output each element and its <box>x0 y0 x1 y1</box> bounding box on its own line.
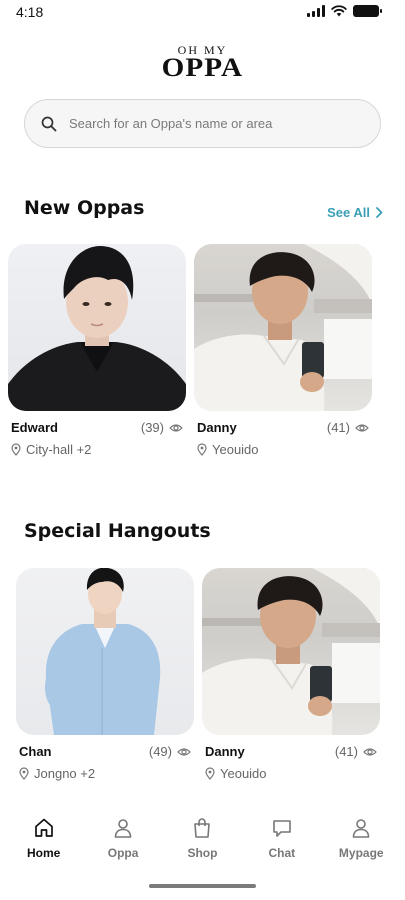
oppa-location-text: Yeouido <box>212 442 259 457</box>
oppa-location: Jongno +2 <box>16 766 194 781</box>
new-oppas-row: Edward (39) City-hall +2 Danny (41) Yeou… <box>0 244 405 474</box>
nav-label: Shop <box>187 846 218 860</box>
battery-icon <box>353 5 382 17</box>
oppa-name: Edward <box>11 420 58 435</box>
oppa-location-text: City-hall +2 <box>26 442 92 457</box>
oppa-photo[interactable] <box>194 244 372 411</box>
see-all-label: See All <box>327 205 370 220</box>
view-count-value: (39) <box>140 420 164 435</box>
oppa-name: Danny <box>205 744 245 759</box>
chevron-right-icon <box>376 207 383 218</box>
oppa-location: Yeouido <box>202 766 380 781</box>
oppa-card[interactable]: Danny (41) Yeouido <box>194 244 372 457</box>
status-bar: 4:18 <box>0 0 405 26</box>
view-count: (49) <box>149 744 191 759</box>
nav-item-oppa[interactable]: Oppa <box>88 808 158 870</box>
location-pin-icon <box>205 767 215 780</box>
cellular-signal-icon <box>307 5 325 17</box>
user-icon <box>352 819 370 838</box>
search-input[interactable] <box>69 116 349 131</box>
oppa-location: City-hall +2 <box>8 442 186 457</box>
home-indicator[interactable] <box>149 884 256 888</box>
nav-item-mypage[interactable]: Mypage <box>326 808 396 870</box>
oppa-name: Chan <box>19 744 52 759</box>
eye-icon <box>169 423 183 432</box>
status-icons <box>307 5 382 17</box>
oppa-card[interactable]: Danny (41) Yeouido <box>202 568 380 781</box>
nav-label: Mypage <box>338 846 384 860</box>
oppa-photo[interactable] <box>8 244 186 411</box>
nav-item-chat[interactable]: Chat <box>247 808 317 870</box>
oppa-card[interactable]: Edward (39) City-hall +2 <box>8 244 186 457</box>
view-count-value: (41) <box>326 420 350 435</box>
oppa-photo[interactable] <box>202 568 380 735</box>
location-pin-icon <box>11 443 21 456</box>
view-count: (41) <box>335 744 377 759</box>
section-title-special-hangouts: Special Hangouts <box>24 520 211 542</box>
location-pin-icon <box>197 443 207 456</box>
nav-label: Oppa <box>107 846 139 860</box>
view-count-value: (41) <box>334 744 358 759</box>
view-count: (39) <box>141 420 183 435</box>
status-time: 4:18 <box>16 4 44 20</box>
view-count-value: (49) <box>148 744 172 759</box>
oppa-location: Yeouido <box>194 442 372 457</box>
logo-main-text: OPPA <box>161 53 244 82</box>
search-icon <box>41 115 59 133</box>
oppa-card[interactable]: Chan (49) Jongno +2 <box>16 568 194 781</box>
wifi-icon <box>331 5 347 17</box>
eye-icon <box>363 747 377 756</box>
oppa-location-text: Yeouido <box>220 766 267 781</box>
view-count: (41) <box>327 420 369 435</box>
oppa-name: Danny <box>197 420 237 435</box>
bottom-nav: Home Oppa Shop Chat Mypage <box>0 808 405 870</box>
location-pin-icon <box>19 767 29 780</box>
oppa-location-text: Jongno +2 <box>34 766 96 781</box>
nav-item-shop[interactable]: Shop <box>167 808 237 870</box>
home-icon <box>34 818 53 837</box>
nav-item-home[interactable]: Home <box>9 808 79 870</box>
eye-icon <box>177 747 191 756</box>
chat-bubble-icon <box>273 820 291 837</box>
search-bar[interactable] <box>24 99 381 148</box>
nav-label: Home <box>27 846 61 860</box>
section-title-new-oppas: New Oppas <box>24 197 145 219</box>
eye-icon <box>355 423 369 432</box>
oppa-photo[interactable] <box>16 568 194 735</box>
person-icon <box>114 819 132 838</box>
app-logo: OH MY OPPA <box>0 44 405 81</box>
see-all-link[interactable]: See All <box>327 205 383 220</box>
nav-label: Chat <box>268 846 296 860</box>
special-hangouts-row: Chan (49) Jongno +2 Danny (41) Yeouido <box>0 568 405 798</box>
shopping-bag-icon <box>194 818 211 838</box>
